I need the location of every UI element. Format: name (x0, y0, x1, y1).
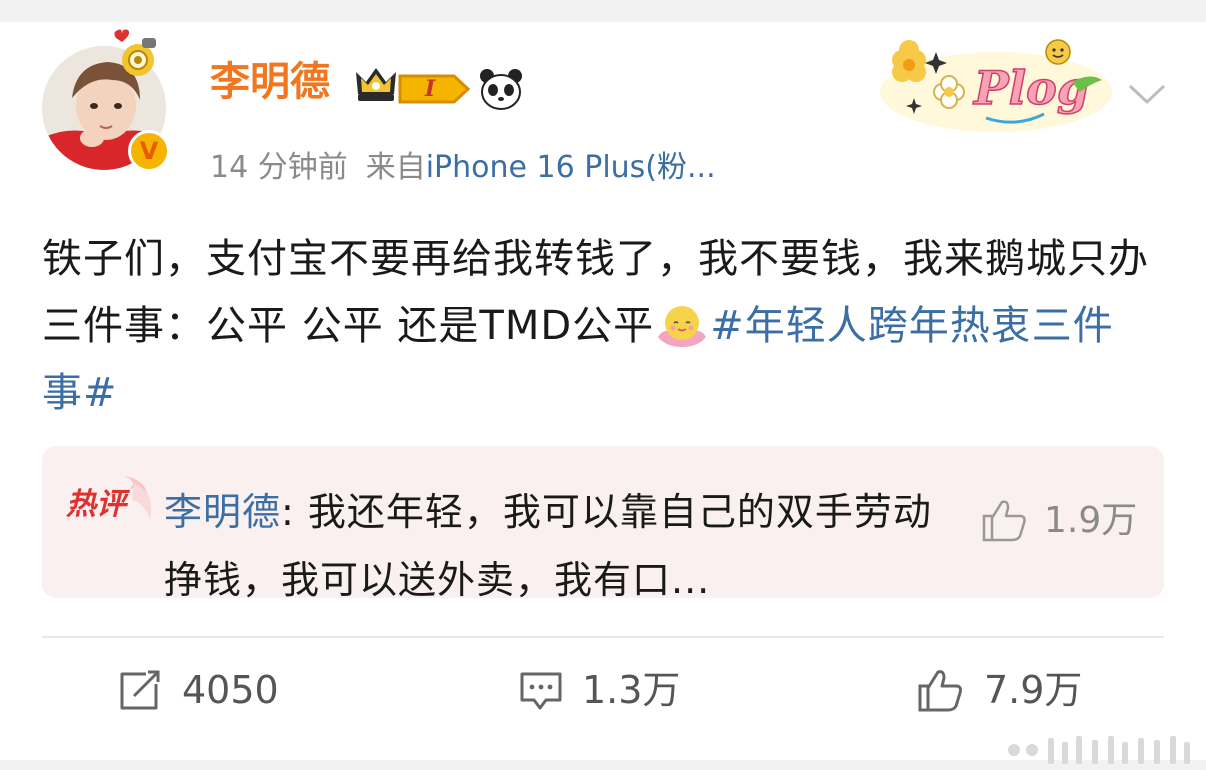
hot-comment-like-count: 1.9万 (1044, 500, 1138, 541)
verified-v-icon: V (128, 130, 170, 172)
divider (42, 636, 1164, 638)
comment-count: 1.3万 (582, 668, 681, 712)
hot-comment-author-link[interactable]: 李明德 (164, 490, 281, 534)
panda-icon (480, 69, 522, 110)
repost-count: 4050 (182, 668, 279, 712)
hot-comment-text: 李明德: 我还年轻，我可以靠自己的双手劳动挣钱，我可以送外卖，我有口... (164, 478, 934, 614)
plog-sticker-text: Plog (972, 61, 1089, 115)
author-name[interactable]: 李明德 (210, 58, 330, 106)
post-time: 14 分钟前 (210, 150, 348, 185)
hot-badge-text: 热评 (65, 487, 131, 522)
level-badge-text: I (424, 76, 436, 102)
source-prefix: 来自 (365, 150, 426, 185)
comment-icon[interactable] (518, 668, 564, 714)
source-device-link[interactable]: iPhone 16 Plus(粉... (426, 150, 716, 185)
chevron-down-icon[interactable] (1126, 80, 1168, 108)
like-count: 7.9万 (984, 668, 1083, 712)
thumbs-up-icon[interactable] (980, 496, 1028, 544)
crown-icon (356, 68, 396, 101)
repost-icon[interactable] (116, 668, 162, 714)
plog-sticker: Plog (880, 39, 1112, 132)
watermark-logo (1008, 736, 1190, 764)
post-content: 铁子们，支付宝不要再给我转钱了，我不要钱，我来鹅城只办三件事：公平 公平 还是T… (42, 226, 1152, 427)
hot-comment-colon: : (281, 490, 308, 534)
avatar-pendant-icon (114, 29, 156, 76)
lotus-emoji-icon (658, 306, 707, 347)
hot-comment-badge: 热评 (65, 476, 152, 522)
flower-icon (892, 40, 926, 82)
thumbs-up-icon[interactable] (916, 666, 962, 712)
post-meta: 14 分钟前 来自iPhone 16 Plus(粉... (210, 148, 716, 188)
